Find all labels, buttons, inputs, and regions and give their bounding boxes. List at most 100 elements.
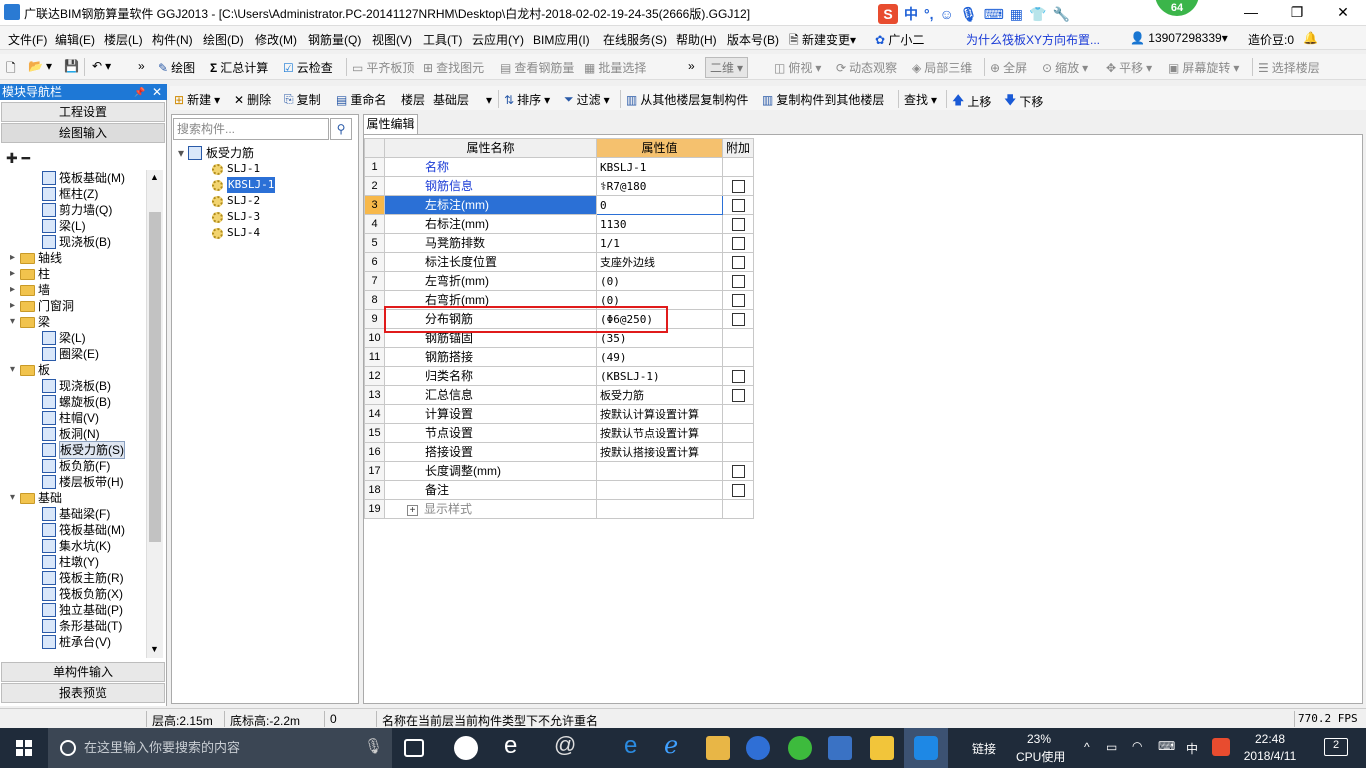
tray-chevron-icon[interactable]: ^ (1084, 740, 1090, 754)
nav-tree-item[interactable]: 条形基础(T) (42, 618, 122, 634)
ime-tray-label[interactable]: 中 (1186, 740, 1198, 757)
menu-tools[interactable]: 工具(T) (423, 31, 462, 48)
property-row[interactable]: 15 节点设置 按默认节点设置计算 (364, 423, 755, 443)
nav-tree-item[interactable]: ▾ 基础 (8, 490, 62, 506)
sogou-tray-icon[interactable] (1212, 738, 1230, 756)
component-list-item[interactable]: SLJ-1 (212, 161, 260, 177)
tab-property-editor[interactable]: 属性编辑 (363, 114, 418, 134)
expand-icon[interactable]: ▸ (8, 282, 17, 298)
menu-rebar-qty[interactable]: 钢筋量(Q) (308, 31, 361, 48)
move-down-button[interactable]: 🡇 下移 (1004, 91, 1043, 112)
property-row[interactable]: 1 名称 KBSLJ-1 (364, 157, 755, 177)
ime-toolbar[interactable]: S 中 °, ☺ 🎙 ⌨ ▦ 👕 🔧 (878, 3, 1070, 25)
extra-checkbox[interactable] (731, 255, 745, 269)
property-value-cell[interactable]: ⚕R7@180 (596, 176, 723, 196)
app-swirl-icon[interactable]: @ (554, 732, 576, 758)
nav-tree-item[interactable]: 现浇板(B) (42, 378, 111, 394)
clock-time[interactable]: 22:48 (1240, 732, 1300, 746)
nav-tree-item[interactable]: ▾ 梁 (8, 314, 50, 330)
property-name-cell[interactable]: 长度调整(mm) (384, 461, 597, 481)
local-3d-button[interactable]: ◈ 局部三维 (912, 59, 972, 76)
property-row[interactable]: 14 计算设置 按默认计算设置计算 (364, 404, 755, 424)
sum-calc-button[interactable]: Σ 汇总计算 (210, 59, 268, 76)
nav-tree-item[interactable]: 桩承台(V) (42, 634, 111, 650)
rotate-button[interactable]: ▣ 屏幕旋转 ▾ (1168, 59, 1239, 76)
shirt-icon[interactable]: 👕 (1029, 6, 1046, 23)
bell-icon[interactable]: 🔔 (1303, 31, 1318, 45)
notification-center-icon[interactable]: 2 (1324, 738, 1348, 756)
sogou-icon[interactable]: S (878, 4, 898, 24)
zoom-button[interactable]: ⊙ 缩放 ▾ (1042, 59, 1088, 76)
nav-tree-item[interactable]: 柱墩(Y) (42, 554, 99, 570)
property-value-cell[interactable]: 按默认节点设置计算 (596, 423, 723, 443)
notes-app-icon[interactable] (870, 736, 894, 760)
smiley-icon[interactable]: ☺ (940, 6, 954, 22)
menu-edit[interactable]: 编辑(E) (55, 31, 95, 48)
property-value-cell[interactable]: 支座外边线 (596, 252, 723, 272)
browser-360-icon[interactable] (788, 736, 812, 760)
property-name-cell[interactable]: 汇总信息 (384, 385, 597, 405)
nav-tree-item[interactable]: 螺旋板(B) (42, 394, 111, 410)
property-row[interactable]: 3 左标注(mm) 0 (364, 195, 755, 215)
nav-tree-item[interactable]: 集水坑(K) (42, 538, 111, 554)
collapse-icon[interactable]: ▾ (8, 314, 17, 330)
score-badge[interactable]: 64 (1155, 0, 1199, 16)
keyboard-icon[interactable]: ⌨ (984, 6, 1004, 23)
menu-version[interactable]: 版本号(B) (727, 31, 779, 48)
nav-tree-item[interactable]: 梁(L) (42, 330, 86, 346)
task-view-icon[interactable] (404, 739, 424, 757)
scroll-up-icon[interactable]: ▲ (150, 172, 159, 182)
nav-tree-item[interactable]: 框柱(Z) (42, 186, 98, 202)
move-up-button[interactable]: 🡅 上移 (952, 91, 991, 112)
extra-checkbox[interactable] (731, 236, 745, 250)
property-value-cell[interactable]: (KBSLJ-1) (596, 366, 723, 386)
property-value-cell[interactable]: (49) (596, 347, 723, 367)
expand-icon[interactable]: ▸ (8, 266, 17, 282)
draw-input-button[interactable]: 绘图输入 (1, 123, 165, 143)
glodon-app-icon[interactable] (746, 736, 770, 760)
menu-view[interactable]: 视图(V) (372, 31, 412, 48)
property-name-cell[interactable]: 节点设置 (384, 423, 597, 443)
extra-checkbox[interactable] (731, 293, 745, 307)
project-settings-button[interactable]: 工程设置 (1, 102, 165, 122)
expand-all-icon[interactable]: ✚ ━ (6, 150, 30, 167)
open-folder-icon[interactable]: 📂 ▾ (28, 59, 52, 73)
question-link[interactable]: 为什么筏板XY方向布置... (966, 31, 1100, 48)
report-preview-button[interactable]: 报表预览 (1, 683, 165, 703)
ime-language-label[interactable]: 中 (904, 4, 918, 24)
top-view-button[interactable]: ◫ 俯视 ▾ (774, 59, 821, 76)
sort-button[interactable]: ⇅ 排序 ▾ (504, 91, 550, 108)
property-name-cell[interactable]: 马凳筋排数 (384, 233, 597, 253)
property-value-cell[interactable]: 1130 (596, 214, 723, 234)
property-row[interactable]: 6 标注长度位置 支座外边线 (364, 252, 755, 272)
nav-tree-item[interactable]: ▸ 轴线 (8, 250, 62, 266)
tray-hardware-icon[interactable]: ▭ (1106, 740, 1117, 754)
root-collapse-icon[interactable]: ▾ (178, 145, 184, 161)
copy-button[interactable]: ⎘ 复制 (284, 91, 321, 108)
property-name-cell[interactable]: 搭接设置 (384, 442, 597, 462)
component-list-item[interactable]: SLJ-2 (212, 193, 260, 209)
property-row[interactable]: 7 左弯折(mm) (0) (364, 271, 755, 291)
property-value-cell[interactable]: 0 (596, 195, 723, 215)
account-button[interactable]: 👤 13907298339▾ (1130, 31, 1228, 45)
extra-checkbox[interactable] (731, 179, 745, 193)
property-value-cell[interactable]: 按默认计算设置计算 (596, 404, 723, 424)
property-row[interactable]: 5 马凳筋排数 1/1 (364, 233, 755, 253)
nav-tree-item[interactable]: ▸ 柱 (8, 266, 50, 282)
file-explorer-icon[interactable] (706, 736, 730, 760)
level-top-button[interactable]: ▭ 平齐板顶 (352, 59, 414, 76)
nav-tree-item[interactable]: 板受力筋(S) (42, 441, 125, 459)
single-input-button[interactable]: 单构件输入 (1, 662, 165, 682)
close-button[interactable]: ✕ (1320, 0, 1366, 26)
property-value-cell[interactable] (596, 461, 723, 481)
find-button[interactable]: 查找 ▾ (904, 91, 937, 108)
wrench-icon[interactable]: 🔧 (1052, 6, 1069, 23)
property-name-cell[interactable]: 归类名称 (384, 366, 597, 386)
property-value-cell[interactable]: 板受力筋 (596, 385, 723, 405)
pin-icon[interactable]: 📌 (134, 84, 145, 100)
collapse-icon[interactable]: ▾ (8, 362, 17, 378)
wifi-icon[interactable]: ◠ (1132, 739, 1142, 753)
nav-tree-item[interactable]: 剪力墙(Q) (42, 202, 112, 218)
filter-button[interactable]: ⏷ 过滤 ▾ (564, 91, 610, 108)
delete-button[interactable]: ✕ 删除 (234, 91, 271, 108)
